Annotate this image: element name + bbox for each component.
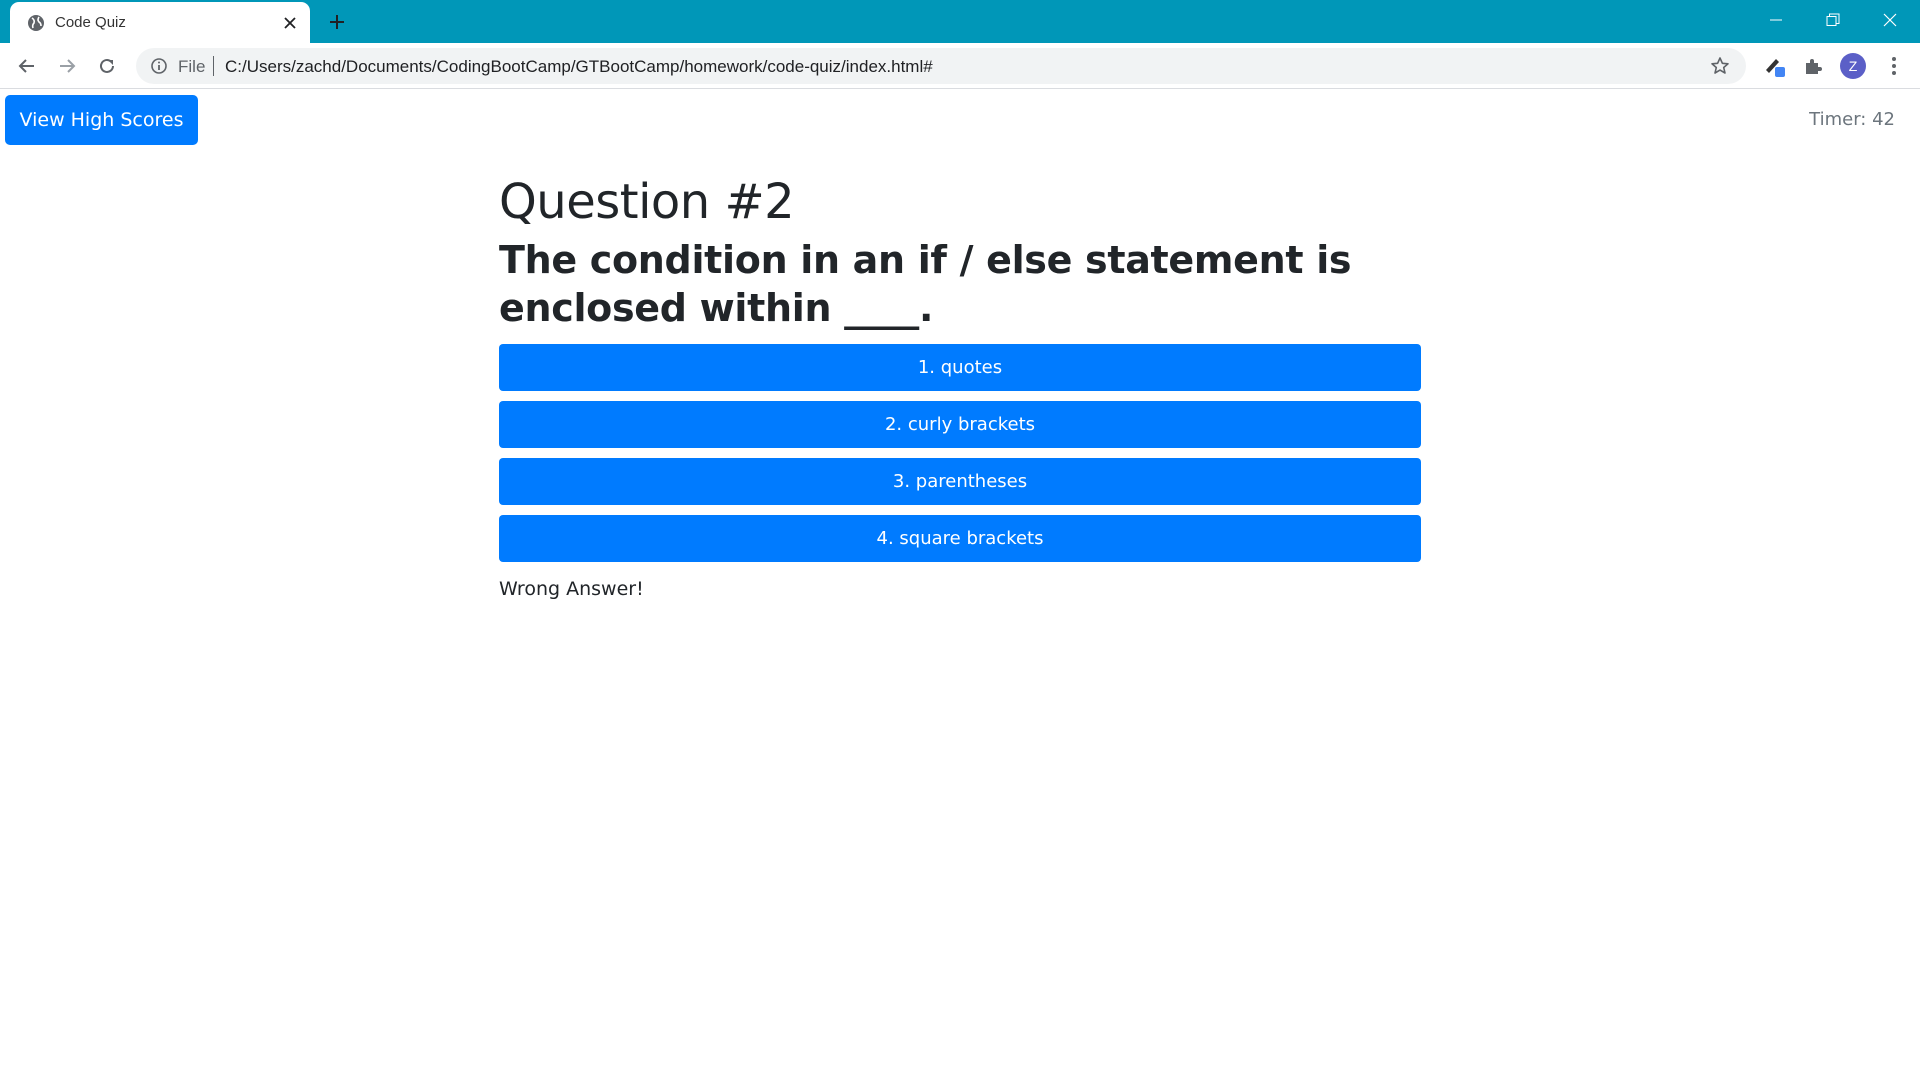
timer: Timer: 42 (1809, 109, 1895, 130)
kebab-menu-icon[interactable] (1882, 54, 1906, 78)
quiz-container: Question #2 The condition in an if / els… (499, 174, 1421, 601)
minimize-icon[interactable] (1753, 5, 1799, 35)
puzzle-extensions-icon[interactable] (1801, 54, 1825, 78)
address-bar[interactable]: File C:/Users/zachd/Documents/CodingBoot… (136, 48, 1746, 84)
url-text[interactable]: C:/Users/zachd/Documents/CodingBootCamp/… (225, 57, 933, 77)
view-high-scores-button[interactable]: View High Scores (5, 95, 198, 145)
reload-icon[interactable] (93, 52, 121, 80)
answer-list: 1. quotes 2. curly brackets 3. parenthes… (499, 344, 1421, 563)
url-separator (213, 56, 214, 76)
question-number: Question #2 (499, 174, 795, 230)
close-icon[interactable] (280, 13, 300, 33)
info-icon[interactable] (150, 57, 168, 75)
bookmark-star-icon[interactable] (1710, 56, 1730, 76)
back-arrow-icon[interactable] (13, 52, 41, 80)
answer-button[interactable]: 1. quotes (499, 344, 1421, 392)
answer-button[interactable]: 4. square brackets (499, 515, 1421, 563)
url-scheme: File (178, 57, 206, 76)
new-tab-icon[interactable] (325, 10, 349, 34)
tab-strip: Code Quiz (0, 0, 1920, 43)
browser-tab[interactable]: Code Quiz (10, 2, 310, 43)
restore-icon[interactable] (1810, 5, 1856, 35)
question-text: The condition in an if / else statement … (499, 238, 1352, 331)
browser-toolbar: File C:/Users/zachd/Documents/CodingBoot… (0, 43, 1920, 89)
extension-pen-icon[interactable] (1763, 54, 1787, 78)
profile-avatar[interactable]: Z (1840, 53, 1866, 79)
answer-feedback: Wrong Answer! (499, 578, 644, 601)
page-content: View High Scores Timer: 42 Question #2 T… (0, 89, 1920, 1080)
window-close-icon[interactable] (1867, 5, 1913, 35)
forward-arrow-icon[interactable] (53, 52, 81, 80)
answer-button[interactable]: 3. parentheses (499, 458, 1421, 506)
answer-button[interactable]: 2. curly brackets (499, 401, 1421, 449)
tab-title: Code Quiz (55, 14, 126, 31)
globe-icon (26, 13, 46, 33)
